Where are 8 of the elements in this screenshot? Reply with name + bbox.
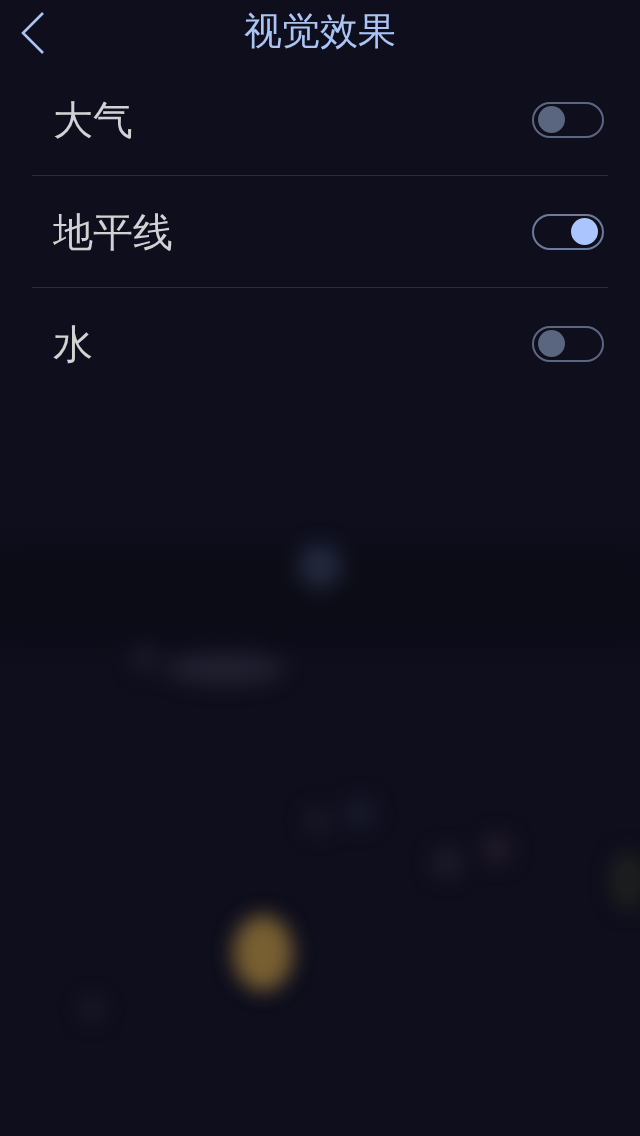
back-icon [21,12,45,54]
setting-label: 水 [53,319,93,368]
setting-label: 地平线 [53,207,173,256]
setting-label: 大气 [53,95,133,144]
page-title: 视觉效果 [244,9,396,55]
toggle-switch[interactable] [532,213,604,250]
toggle-switch[interactable] [532,325,604,362]
toggle-switch[interactable] [532,101,604,138]
